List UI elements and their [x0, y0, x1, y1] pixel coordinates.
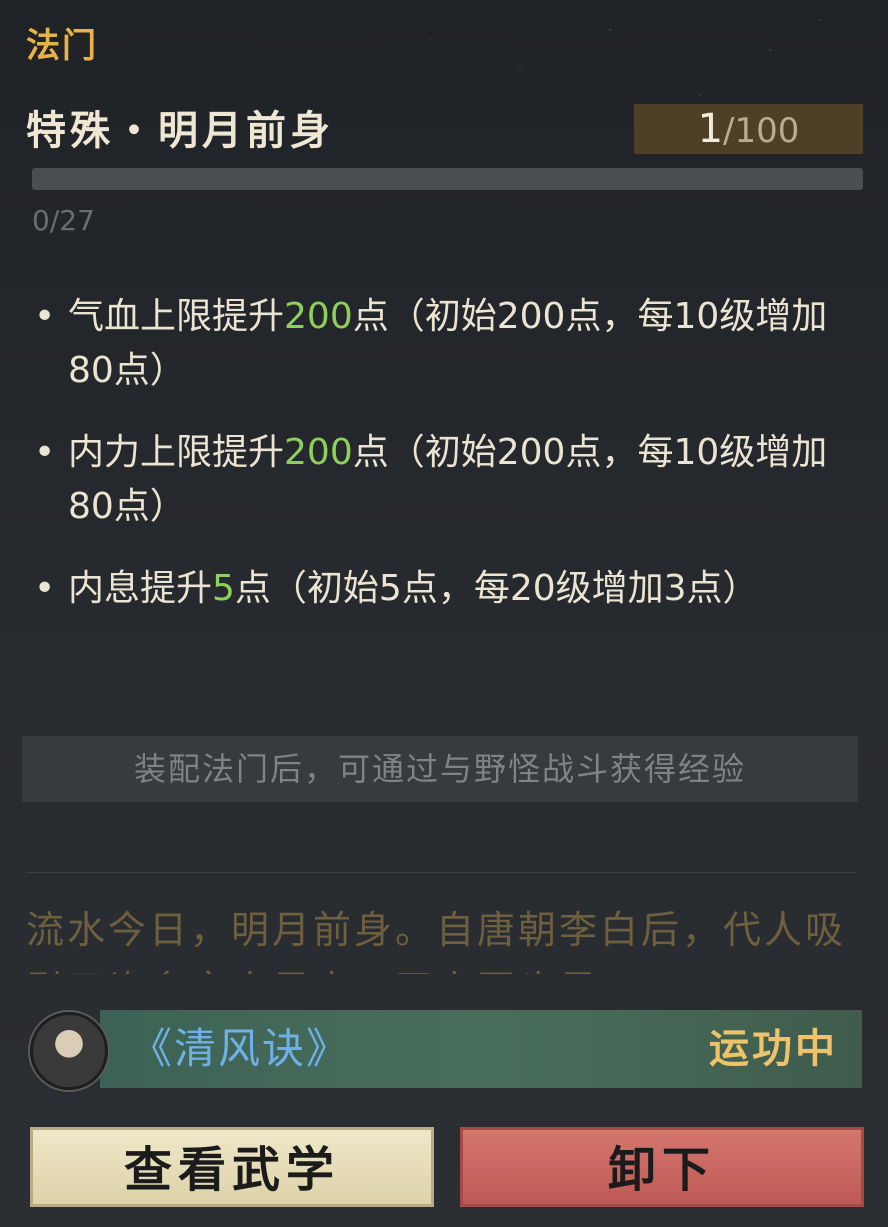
- effect-text: 气血上限提升: [68, 296, 285, 337]
- level-max: /100: [723, 111, 800, 151]
- effect-item: 内力上限提升200点（初始200点，每10级增加80点）: [34, 426, 844, 534]
- effect-value: 200: [284, 432, 353, 473]
- experience-bar: [32, 168, 863, 190]
- character-avatar[interactable]: [30, 1012, 108, 1090]
- hint-box: 装配法门后，可通过与野怪战斗获得经验: [22, 736, 858, 802]
- effect-item: 气血上限提升200点（初始200点，每10级增加80点）: [34, 290, 844, 398]
- effect-value: 200: [284, 296, 353, 337]
- level-indicator: 1/100: [634, 104, 863, 154]
- unequip-button[interactable]: 卸下: [460, 1127, 864, 1207]
- skill-name: 特殊・明月前身: [26, 108, 334, 154]
- effect-list: 气血上限提升200点（初始200点，每10级增加80点） 内力上限提升200点（…: [34, 290, 844, 644]
- view-martial-arts-button[interactable]: 查看武学: [30, 1127, 434, 1207]
- equipped-manual-name[interactable]: 《清风诀》: [130, 1016, 350, 1082]
- experience-text: 0/27: [32, 204, 95, 237]
- cultivation-status: 运功中: [709, 1026, 838, 1072]
- level-current: 1: [697, 106, 724, 152]
- divider: [26, 872, 856, 873]
- effect-value: 5: [212, 568, 235, 609]
- effect-text: 内力上限提升: [68, 432, 285, 473]
- effect-item: 内息提升5点（初始5点，每20级增加3点）: [34, 562, 844, 616]
- effect-text: 内息提升: [68, 568, 213, 609]
- section-title: 法门: [26, 26, 98, 66]
- effect-detail: 点（初始5点，每20级增加3点）: [234, 568, 759, 609]
- lore-text[interactable]: 流水今日，明月前身。自唐朝李白后，代人吸引了许多文人墨客，司空图也是: [26, 900, 856, 974]
